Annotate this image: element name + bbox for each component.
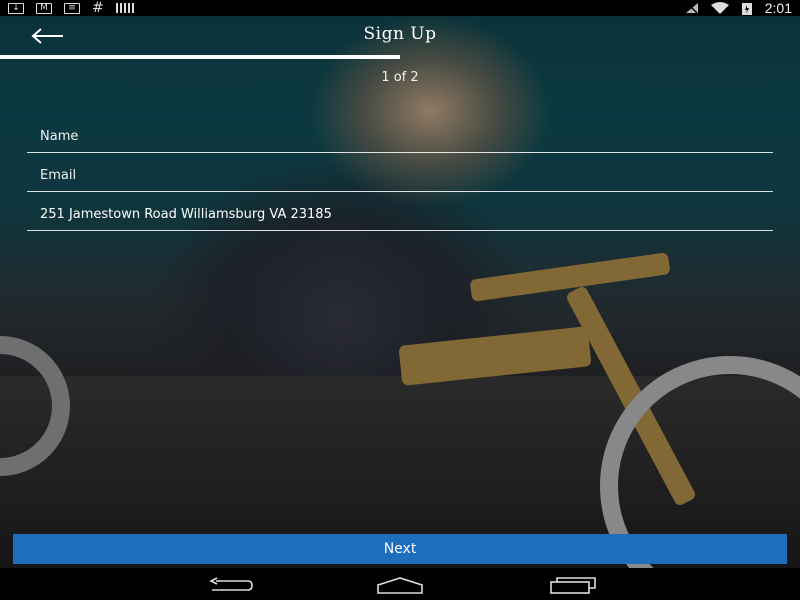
message-icon: ≡ [64,2,80,14]
step-indicator: 1 of 2 [381,70,419,85]
home-nav-icon [377,577,423,594]
status-time: 2:01 [764,0,792,16]
page-title: Sign Up [363,24,437,44]
back-nav-button[interactable] [206,574,256,596]
signup-progress-fill [0,55,400,59]
address-field [27,195,773,231]
wifi-icon [710,2,729,14]
home-nav-button[interactable] [375,574,425,596]
background-overlay [0,16,800,568]
app-bar: Sign Up [0,16,800,56]
status-bar: ↓ M ≡ # 2:01 [0,0,800,16]
email-field [27,156,773,192]
nav-bar [0,568,800,600]
hash-icon: # [92,0,104,16]
address-input[interactable] [40,203,760,225]
back-nav-icon [209,577,253,591]
name-field [27,117,773,153]
recents-nav-button[interactable] [548,574,598,596]
next-button[interactable]: Next [13,534,787,564]
download-icon: ↓ [8,2,24,14]
barcode-icon [115,3,134,13]
no-signal-icon [685,2,698,14]
status-right-icons: 2:01 [685,0,792,16]
status-left-icons: ↓ M ≡ # [8,0,134,16]
name-input[interactable] [40,125,760,147]
recents-nav-icon [550,577,596,594]
battery-icon [741,2,752,15]
gmail-icon: M [36,2,52,14]
email-input[interactable] [40,164,760,186]
background-photo [0,16,800,568]
signup-progress-bar [0,55,800,59]
